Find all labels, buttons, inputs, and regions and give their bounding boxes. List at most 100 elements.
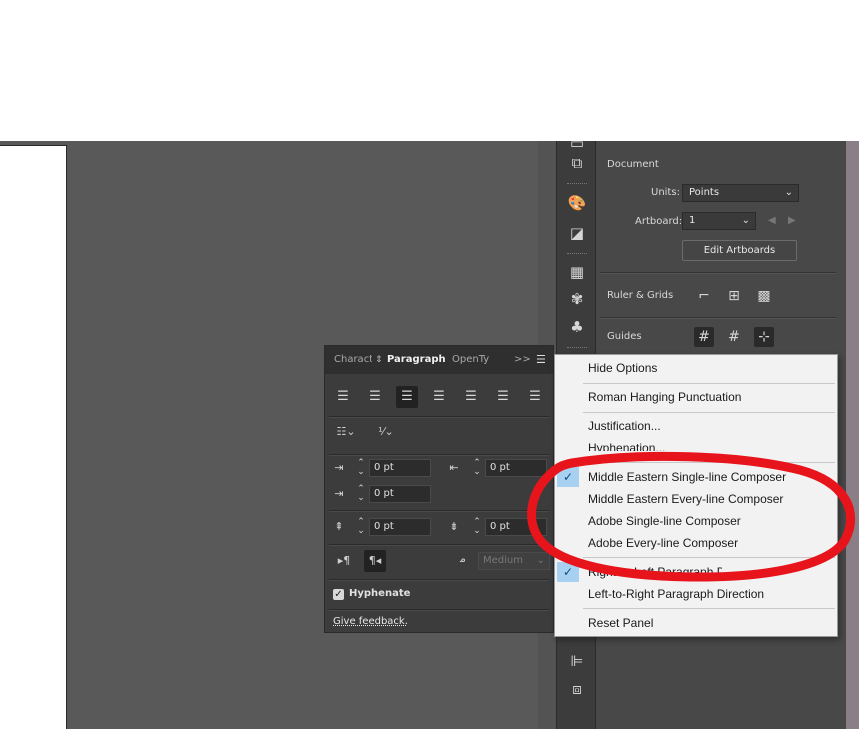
justify-all-icon[interactable]: ☰ — [524, 386, 546, 408]
divider — [329, 510, 549, 512]
dock-grip — [567, 347, 587, 350]
kashida-dropdown[interactable]: Medium ⌄ — [478, 552, 550, 570]
align-right-icon[interactable]: ☰ — [396, 386, 418, 408]
checkmark-icon: ✓ — [557, 467, 579, 487]
color-palette-icon[interactable]: 🎨 — [567, 193, 587, 213]
menu-separator — [583, 412, 835, 413]
menu-item-justification[interactable]: Justification... — [588, 417, 661, 435]
chevron-down-icon: ⌄ — [536, 555, 545, 566]
menu-item-hide-options[interactable]: Hide Options — [588, 359, 657, 377]
menu-separator — [583, 383, 835, 384]
menu-item-roman-hanging-punctuation[interactable]: Roman Hanging Punctuation — [588, 388, 741, 406]
previous-artboard-icon[interactable]: ◀ — [768, 215, 776, 226]
gradient-icon[interactable]: ◪ — [567, 223, 587, 243]
paragraph-panel-body: ☰ ☰ ☰ ☰ ☰ ☰ ☰ ☷⌄ ⅟⌄ ⇥ ⌃ ⌄ 0 pt ⇤ ⌃ ⌄ 0 pt … — [325, 374, 553, 632]
paragraph-panel-menu: Hide Options Roman Hanging Punctuation J… — [554, 354, 838, 637]
hyphenate-checkbox[interactable]: ✓ — [333, 589, 344, 600]
artboard[interactable] — [0, 145, 67, 729]
menu-item-middle-eastern-every-line-composer[interactable]: Middle Eastern Every-line Composer — [588, 490, 783, 508]
dock-grip — [567, 183, 587, 186]
justify-last-center-icon[interactable]: ☰ — [460, 386, 482, 408]
menu-separator — [583, 462, 835, 463]
units-label: Units: — [651, 187, 680, 198]
hyphenate-label: Hyphenate — [349, 588, 411, 599]
panel-menu-icon[interactable]: ☰ — [536, 352, 546, 368]
transparency-grid-icon[interactable]: ▩ — [754, 286, 774, 306]
ltr-paragraph-icon[interactable]: ▸¶ — [334, 552, 354, 570]
left-indent-icon: ⇥ — [334, 461, 344, 474]
menu-item-right-to-left-paragraph-direction[interactable]: Right-to-Left Paragraph Direction — [588, 563, 722, 581]
space-before-field[interactable]: 0 pt — [369, 518, 431, 536]
chevron-down-icon: ⌄ — [784, 187, 793, 198]
lock-guides-icon[interactable]: # — [724, 327, 744, 347]
edit-artboards-button[interactable]: Edit Artboards — [682, 240, 797, 261]
tab-opentype[interactable]: OpenTyp — [452, 352, 490, 368]
guides-section-title: Guides — [607, 331, 642, 342]
first-line-indent-stepper[interactable]: ⌃ ⌄ — [354, 485, 368, 503]
divider — [329, 609, 549, 611]
menu-item-hyphenation[interactable]: Hyphenation... — [588, 439, 665, 451]
dock-grip — [567, 253, 587, 256]
tab-paragraph[interactable]: Paragraph — [387, 352, 446, 368]
give-feedback-link[interactable]: Give feedback. — [333, 616, 408, 627]
align-left-icon[interactable]: ☰ — [332, 386, 354, 408]
grid-icon[interactable]: ⊞ — [724, 286, 744, 306]
numbering-icon[interactable]: ⅟⌄ — [373, 423, 399, 441]
menu-item-adobe-single-line-composer[interactable]: Adobe Single-line Composer — [588, 512, 741, 530]
tab-character[interactable]: Characte — [334, 352, 372, 368]
rtl-paragraph-icon[interactable]: ¶◂ — [364, 550, 386, 572]
transform-panel-icon[interactable]: ⧉ — [567, 153, 587, 173]
document-section-title: Document — [607, 159, 659, 170]
justify-last-right-icon[interactable]: ☰ — [492, 386, 514, 408]
smart-guides-icon[interactable]: ⊹ — [754, 327, 774, 347]
ruler-grids-section-title: Ruler & Grids — [607, 290, 674, 301]
artboard-label: Artboard: — [635, 216, 683, 227]
left-indent-stepper[interactable]: ⌃ ⌄ — [354, 459, 368, 477]
show-guides-icon[interactable]: # — [694, 327, 714, 347]
menu-separator — [583, 557, 835, 558]
divider — [329, 454, 549, 456]
units-value: Points — [689, 187, 720, 198]
first-line-indent-icon: ⇥ — [334, 487, 344, 500]
tab-reorder-icon: ⇕ — [375, 355, 383, 365]
menu-item-left-to-right-paragraph-direction[interactable]: Left-to-Right Paragraph Direction — [588, 585, 764, 603]
align-center-icon[interactable]: ☰ — [364, 386, 386, 408]
divider — [600, 317, 836, 319]
right-indent-field[interactable]: 0 pt — [485, 459, 547, 477]
symbols-icon[interactable]: ♣ — [567, 317, 587, 337]
artboard-dropdown[interactable]: 1 ⌄ — [682, 212, 756, 230]
space-before-icon: ⇞ — [334, 520, 344, 533]
kashida-icon: ﻣ — [460, 552, 466, 565]
space-after-icon: ⇟ — [449, 520, 459, 533]
align-panel-icon[interactable]: ⊫ — [567, 651, 587, 671]
pathfinder-icon[interactable]: ⧈ — [567, 679, 587, 699]
paragraph-panel: Characte ⇕ Paragraph OpenTyp >> ☰ ☰ ☰ ☰ … — [324, 345, 554, 633]
space-after-field[interactable]: 0 pt — [485, 518, 547, 536]
left-indent-field[interactable]: 0 pt — [369, 459, 431, 477]
first-line-indent-field[interactable]: 0 pt — [369, 485, 431, 503]
ruler-icon[interactable]: ⌐ — [694, 286, 714, 306]
swatches-icon[interactable]: ▦ — [567, 262, 587, 282]
space-after-stepper[interactable]: ⌃ ⌄ — [470, 518, 484, 536]
justify-last-left-icon[interactable]: ☰ — [428, 386, 450, 408]
bullets-icon[interactable]: ☷⌄ — [335, 423, 357, 441]
chevron-down-icon: ⌄ — [741, 215, 750, 226]
menu-separator — [583, 608, 835, 609]
menu-item-reset-panel[interactable]: Reset Panel — [588, 614, 653, 632]
units-dropdown[interactable]: Points ⌄ — [682, 184, 799, 202]
panel-overflow-button[interactable]: >> — [514, 352, 531, 368]
menu-item-middle-eastern-single-line-composer[interactable]: Middle Eastern Single-line Composer — [588, 468, 786, 486]
artboard-value: 1 — [689, 215, 696, 226]
checkmark-icon: ✓ — [557, 562, 579, 582]
right-indent-icon: ⇤ — [449, 461, 459, 474]
space-before-stepper[interactable]: ⌃ ⌄ — [354, 518, 368, 536]
panel-icon-top[interactable]: ▭ — [567, 133, 587, 153]
divider — [329, 544, 549, 546]
right-indent-stepper[interactable]: ⌃ ⌄ — [470, 459, 484, 477]
divider — [329, 416, 549, 418]
kashida-value: Medium — [483, 555, 523, 566]
brushes-icon[interactable]: ✾ — [567, 289, 587, 309]
divider — [600, 272, 836, 274]
menu-item-adobe-every-line-composer[interactable]: Adobe Every-line Composer — [588, 534, 738, 552]
next-artboard-icon[interactable]: ▶ — [788, 215, 796, 226]
